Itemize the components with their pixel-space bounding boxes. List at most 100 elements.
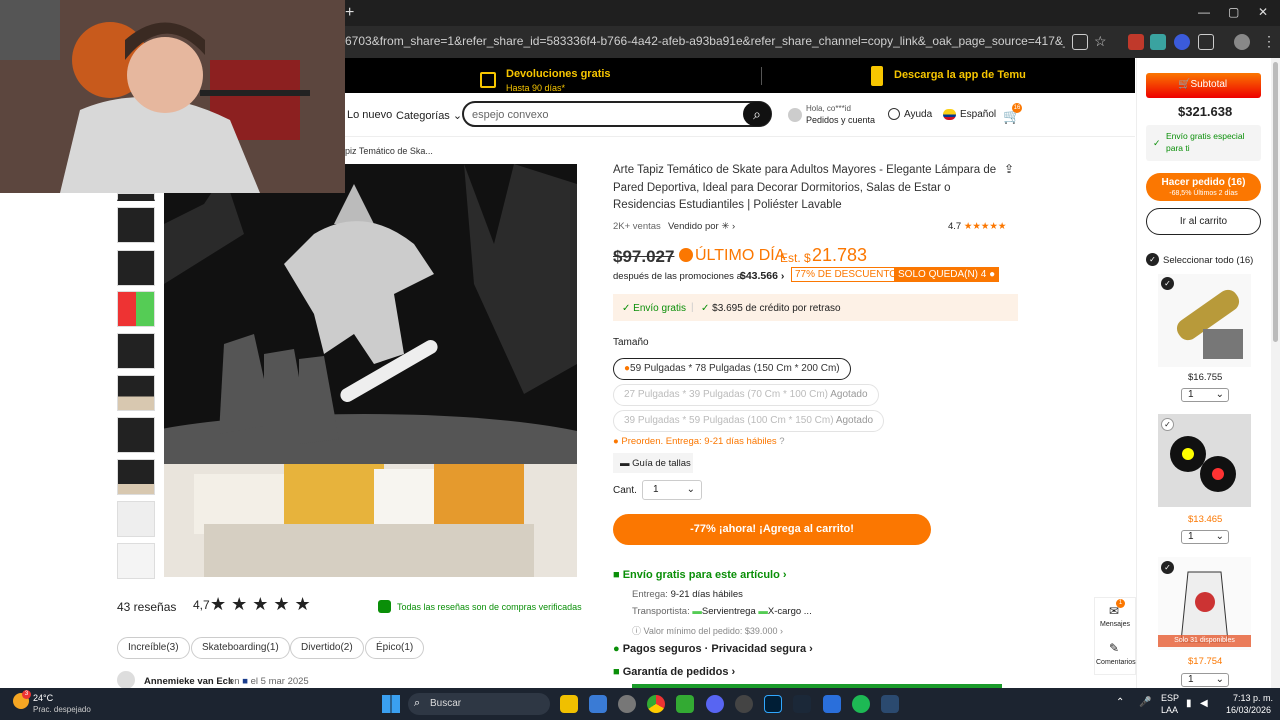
taskbar-app-icon[interactable] — [881, 695, 899, 713]
cart-item-qty[interactable]: 1 ⌄ — [1181, 673, 1229, 687]
steam-icon[interactable] — [793, 695, 811, 713]
star-rating-icons: ★★★★★ — [963, 221, 1007, 232]
chevron-down-icon: ⌄ — [452, 110, 463, 122]
info-icon[interactable]: ? — [779, 436, 784, 447]
extension-icon[interactable] — [1174, 34, 1190, 50]
clock-date[interactable]: 16/03/2026 — [1226, 705, 1271, 715]
file-explorer-icon[interactable] — [560, 695, 578, 713]
taskbar-app-icon[interactable] — [852, 695, 870, 713]
taskbar-app-icon[interactable] — [823, 695, 841, 713]
add-to-cart-button[interactable]: -77% ¡ahora! ¡Agrega al carrito! — [613, 514, 931, 545]
verified-shield-icon — [378, 600, 391, 613]
taskbar-app-icon[interactable] — [589, 695, 607, 713]
product-thumbnail[interactable] — [117, 207, 155, 243]
free-shipping-item-link[interactable]: ■ Envío gratis para este artículo › — [613, 569, 787, 581]
review-tag[interactable]: Skateboarding(1) — [191, 637, 290, 659]
address-bar-url[interactable]: 6703&from_share=1&refer_share_id=583336f… — [345, 34, 1065, 48]
product-thumbnail[interactable] — [117, 250, 155, 286]
product-thumbnail[interactable] — [117, 333, 155, 369]
nav-categories[interactable]: Categorías ⌄ — [396, 109, 462, 122]
warning-icon: ● — [986, 269, 996, 280]
extension-icon[interactable] — [1128, 34, 1144, 50]
browser-menu-icon[interactable]: ⋮ — [1262, 33, 1276, 50]
quantity-select[interactable]: 1 ⌄ — [642, 480, 702, 500]
puzzle-extensions-icon[interactable] — [1198, 34, 1214, 50]
minimize-button[interactable]: — — [1198, 5, 1210, 19]
close-window-button[interactable]: ✕ — [1258, 5, 1268, 19]
product-thumbnail[interactable] — [117, 417, 155, 453]
chevron-up-icon[interactable]: ⌃ — [1116, 697, 1124, 708]
product-title: Arte Tapiz Temático de Skate para Adulto… — [613, 164, 997, 211]
cart-item-qty[interactable]: 1 ⌄ — [1181, 388, 1229, 402]
language-indicator[interactable]: ESP — [1161, 693, 1179, 703]
profile-avatar[interactable] — [1234, 34, 1250, 50]
help-link[interactable]: Ayuda — [904, 109, 932, 120]
discord-icon[interactable] — [706, 695, 724, 713]
product-thumbnail[interactable] — [117, 291, 155, 327]
language-selector[interactable]: Español — [960, 109, 996, 120]
item-checkbox[interactable]: ✓ — [1161, 561, 1174, 574]
breadcrumb[interactable]: piz Temático de Ska... — [345, 146, 433, 156]
size-option-selected[interactable]: ●59 Pulgadas * 78 Pulgadas (150 Cm * 200… — [613, 358, 851, 380]
weather-temp[interactable]: 24°C — [33, 693, 53, 703]
delay-credit-label[interactable]: ✓ $3.695 de crédito por retraso — [701, 303, 841, 314]
promo-price-link[interactable]: $43.566 › — [740, 270, 784, 282]
orders-account-link[interactable]: Pedidos y cuenta — [806, 115, 875, 125]
min-order-note[interactable]: ⓘ Valor mínimo del pedido: $39.000 › — [632, 624, 783, 637]
network-icon[interactable]: ▮ — [1186, 698, 1192, 709]
secure-payments-link[interactable]: ● Pagos seguros · Privacidad segura › — [613, 643, 813, 655]
search-button[interactable]: ⌕ — [743, 102, 771, 126]
nav-new[interactable]: Lo nuevo — [347, 109, 392, 121]
messages-label[interactable]: Mensajes — [1100, 621, 1130, 628]
volume-icon[interactable]: ◀ — [1200, 698, 1208, 709]
product-thumbnail[interactable] — [117, 543, 155, 579]
size-option-sold-out[interactable]: 27 Pulgadas * 39 Pulgadas (70 Cm * 100 C… — [613, 384, 879, 406]
info-icon: ⓘ — [632, 626, 642, 636]
minecraft-icon[interactable] — [676, 695, 694, 713]
select-all-checkbox[interactable]: ✓ — [1146, 253, 1159, 266]
go-to-cart-button[interactable]: Ir al carrito — [1146, 208, 1261, 235]
check-icon: ✓ — [701, 303, 710, 314]
taskbar-app-icon[interactable] — [735, 695, 753, 713]
chrome-icon[interactable] — [647, 695, 665, 713]
microphone-icon[interactable]: 🎤 — [1139, 697, 1151, 708]
search-icon: ⌕ — [753, 106, 761, 122]
select-all-label[interactable]: Seleccionar todo (16) — [1163, 255, 1253, 266]
keyboard-layout[interactable]: LAA — [1161, 705, 1178, 715]
review-tag[interactable]: Increíble(3) — [117, 637, 190, 659]
review-tag[interactable]: Épico(1) — [365, 637, 425, 659]
product-main-image[interactable] — [164, 164, 577, 577]
review-tag[interactable]: Divertido(2) — [290, 637, 364, 659]
carrier-logo-icon: ▬ — [692, 606, 702, 617]
product-thumbnail[interactable] — [117, 459, 155, 495]
product-thumbnail[interactable] — [117, 193, 155, 201]
product-thumbnail[interactable] — [117, 501, 155, 537]
maximize-button[interactable]: ▢ — [1228, 5, 1239, 19]
delivery-info: Entrega: 9-21 días hábiles — [632, 589, 743, 600]
share-icon[interactable]: ⇪ — [1004, 162, 1014, 176]
weather-desc[interactable]: Prac. despejado — [33, 705, 91, 714]
item-checkbox[interactable]: ✓ — [1161, 277, 1174, 290]
size-guide-label: ▬ Guía de tallas — [620, 458, 691, 469]
scrollbar-thumb[interactable] — [1273, 62, 1278, 342]
product-thumbnail[interactable] — [117, 375, 155, 411]
free-returns-title[interactable]: Devoluciones gratis — [506, 68, 611, 80]
install-app-icon[interactable] — [1072, 34, 1088, 50]
extension-icon[interactable] — [1150, 34, 1166, 50]
carriers-info[interactable]: Transportista: ▬Servientrega ▬X-cargo ..… — [632, 606, 812, 617]
product-rating[interactable]: 4.7 ★★★★★ — [948, 221, 1006, 232]
size-option-sold-out[interactable]: 39 Pulgadas * 59 Pulgadas (100 Cm * 150 … — [613, 410, 885, 432]
download-app-link[interactable]: Descarga la app de Temu — [894, 69, 1026, 81]
bookmark-star-icon[interactable]: ☆ — [1094, 33, 1107, 50]
order-guarantee-link[interactable]: ■ Garantía de pedidos › — [613, 666, 735, 678]
clock-time[interactable]: 7:13 p. m. — [1233, 693, 1273, 703]
comments-label[interactable]: Comentarios — [1096, 659, 1136, 666]
photoshop-icon[interactable] — [764, 695, 782, 713]
windows-start-icon[interactable] — [382, 695, 400, 713]
sold-by-link[interactable]: Vendido por ✳ › — [668, 221, 735, 232]
settings-icon[interactable] — [618, 695, 636, 713]
new-tab-button[interactable]: + — [345, 4, 354, 22]
item-checkbox[interactable]: ✓ — [1161, 418, 1174, 431]
feedback-icon[interactable]: ✎ — [1109, 641, 1119, 655]
cart-item-qty[interactable]: 1 ⌄ — [1181, 530, 1229, 544]
